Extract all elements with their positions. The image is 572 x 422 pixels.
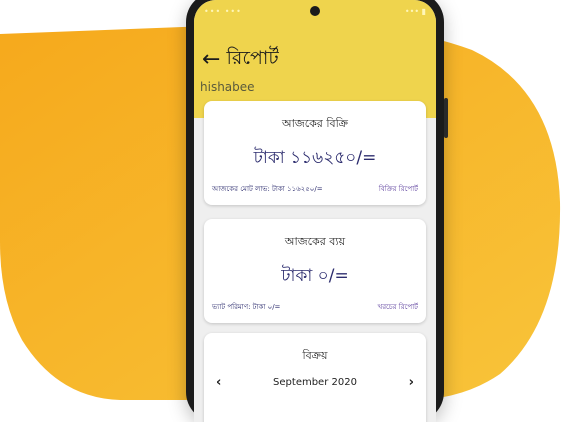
page-title: রিপোর্ট bbox=[226, 47, 279, 69]
phone-screen: ••• ••• ••• ▮ ← রিপোর্ট hishabee আজকের ব… bbox=[194, 0, 436, 422]
status-icons-right: ••• ▮ bbox=[404, 7, 426, 16]
today-expense-card[interactable]: আজকের ব্যয় টাকা ০/= ভ্যাট পরিমাণ: টাকা … bbox=[204, 219, 426, 323]
profit-text: আজকের মোট লাভ: টাকা ১১৬২৫০/= bbox=[212, 185, 323, 193]
arrow-left-icon[interactable]: ← bbox=[202, 49, 220, 71]
title-row: ← রিপোর্ট bbox=[202, 44, 279, 76]
expense-card-title: আজকের ব্যয় bbox=[284, 235, 346, 248]
month-selector: ‹ September 2020 › bbox=[216, 375, 414, 390]
sales-report-link[interactable]: বিক্রির রিপোর্ট bbox=[379, 183, 418, 195]
vat-text: ভ্যাট পরিমাণ: টাকা ০/= bbox=[212, 303, 281, 311]
phone-side-button bbox=[444, 98, 448, 138]
expense-report-link[interactable]: খরচের রিপোর্ট bbox=[378, 301, 418, 313]
chevron-right-icon[interactable]: › bbox=[409, 375, 414, 390]
expense-amount: টাকা ০/= bbox=[281, 266, 349, 286]
status-icons-left: ••• ••• bbox=[204, 7, 242, 16]
phone-frame: ••• ••• ••• ▮ ← রিপোর্ট hishabee আজকের ব… bbox=[186, 0, 448, 422]
sales-card-footer: আজকের মোট লাভ: টাকা ১১৬২৫০/= বিক্রির রিপ… bbox=[212, 183, 418, 195]
sales-amount: টাকা ১১৬২৫০/= bbox=[253, 148, 377, 168]
sales-card-title: আজকের বিক্রি bbox=[282, 117, 348, 130]
expense-card-footer: ভ্যাট পরিমাণ: টাকা ০/= খরচের রিপোর্ট bbox=[212, 301, 418, 313]
app-name: hishabee bbox=[200, 80, 255, 94]
chevron-left-icon[interactable]: ‹ bbox=[216, 375, 221, 390]
today-sales-card[interactable]: আজকের বিক্রি টাকা ১১৬২৫০/= আজকের মোট লাভ… bbox=[204, 101, 426, 205]
sell-card: বিক্রয় ‹ September 2020 › bbox=[204, 333, 426, 422]
month-label: September 2020 bbox=[273, 377, 357, 388]
sell-card-title: বিক্রয় bbox=[302, 349, 328, 362]
front-camera bbox=[310, 6, 320, 16]
